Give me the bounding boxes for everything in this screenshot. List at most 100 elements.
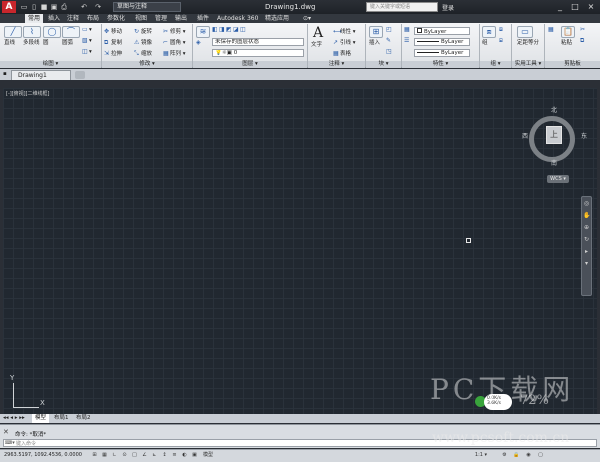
circle-tool[interactable]: ◯ 圆 [43, 26, 61, 46]
tab-featured-apps[interactable]: 精选应用 [262, 14, 292, 23]
tab-output[interactable]: 输出 [172, 14, 190, 23]
tab-plugins[interactable]: 插件 [194, 14, 212, 23]
tab-layout[interactable]: 布局 [84, 14, 102, 23]
login-link[interactable]: 登录 [442, 3, 454, 12]
compass-east[interactable]: 东 [581, 131, 587, 140]
tab-model[interactable]: 模型 [32, 414, 50, 423]
match-properties-icon[interactable]: ▦ [404, 27, 411, 33]
nav-extra-icon[interactable]: ▾ [583, 260, 590, 267]
text-tool[interactable]: A 文字 [311, 26, 325, 48]
new-icon[interactable]: ▭ [20, 3, 28, 11]
compass-north[interactable]: 北 [551, 105, 557, 114]
minimize-button[interactable]: _ [553, 2, 567, 12]
open-icon[interactable]: ▯ [30, 3, 38, 11]
fillet-tool[interactable]: ⌐ 圆角 ▾ [163, 38, 186, 47]
tab-autodesk360[interactable]: Autodesk 360 [214, 14, 261, 23]
showmotion-icon[interactable]: ▸ [583, 248, 590, 255]
tab-annotate[interactable]: 注释 [64, 14, 82, 23]
tab-menu-icon[interactable]: ▪ [3, 71, 7, 77]
redo-icon[interactable]: ↷ [94, 3, 102, 11]
panel-title-groups[interactable]: 组 ▾ [480, 61, 511, 68]
layer-tools-icon[interactable]: ◈ [196, 40, 203, 46]
ortho-icon[interactable]: ∟ [110, 451, 119, 459]
snap-icon[interactable]: ⊞ [90, 451, 99, 459]
panel-title-clipboard[interactable]: 剪贴板 [545, 61, 600, 68]
close-button[interactable]: × [584, 2, 598, 12]
tab-manage[interactable]: 管理 [152, 14, 170, 23]
rectangle-icon[interactable]: ▭▾ [82, 27, 92, 34]
maximize-button[interactable]: □ [568, 2, 582, 12]
tab-home[interactable]: 常用 [25, 14, 44, 23]
arc-tool[interactable]: ⌒ 圆弧 [62, 26, 80, 46]
compass-west[interactable]: 西 [522, 131, 528, 140]
tab-layout2[interactable]: 布局2 [73, 414, 94, 423]
cut-icon[interactable]: ✂ [580, 27, 587, 33]
grid-icon[interactable]: ▦ [100, 451, 109, 459]
color-dropdown[interactable]: ByLayer [414, 27, 470, 35]
layout-nav-arrows[interactable]: ◂◂ ◂ ▸ ▸▸ [3, 415, 25, 421]
wcs-dropdown[interactable]: WCS ▾ [547, 175, 569, 183]
region-icon[interactable]: ◫▾ [82, 49, 92, 56]
steering-wheel-icon[interactable]: ◎ [583, 200, 590, 207]
lineweight-dropdown[interactable]: ByLayer [414, 49, 470, 57]
undo-icon[interactable]: ↶ [80, 3, 88, 11]
create-block-icon[interactable]: ◰ [386, 27, 393, 33]
ungroup-icon[interactable]: ⧇ [499, 27, 506, 33]
panel-title-modify[interactable]: 修改 ▾ [102, 61, 192, 68]
linear-dim-tool[interactable]: ⟷线性 ▾ [333, 27, 356, 36]
panel-title-annotation[interactable]: 注释 ▾ [308, 61, 365, 68]
dyn-icon[interactable]: ↕ [160, 451, 169, 459]
new-tab-button[interactable] [75, 71, 85, 79]
paste-tool[interactable]: 📋 粘贴 [561, 26, 575, 46]
model-space-button[interactable]: 模型 [200, 451, 216, 459]
document-tab-drawing1[interactable]: Drawing1 [11, 70, 71, 80]
print-icon[interactable]: ⎙ [60, 3, 68, 11]
mirror-tool[interactable]: ⚠ 镜像 [134, 38, 152, 47]
lock-icon[interactable]: 🔒 [512, 451, 521, 459]
compass-south[interactable]: 南 [551, 158, 557, 167]
lineweight-icon[interactable]: ≡ [170, 451, 179, 459]
layer-properties-button[interactable]: ≋ [196, 26, 210, 38]
pan-icon[interactable]: ✋ [583, 212, 590, 219]
leader-tool[interactable]: ↗ 引线 ▾ [333, 38, 356, 47]
workspace-dropdown[interactable]: 草图与注释 [113, 2, 181, 12]
zoom-extents-icon[interactable]: ⊕ [583, 224, 590, 231]
polar-icon[interactable]: ⊙ [120, 451, 129, 459]
move-tool[interactable]: ✥ 移动 [104, 27, 122, 36]
tab-extra[interactable]: ⊙▾ [300, 14, 314, 23]
save-icon[interactable]: ■ [40, 3, 48, 11]
panel-title-properties[interactable]: 特性 ▾ [402, 61, 479, 68]
polyline-tool[interactable]: ⌇ 多段线 [23, 26, 41, 46]
saveas-icon[interactable]: ▣ [50, 3, 58, 11]
stretch-tool[interactable]: ⇲ 拉伸 [104, 49, 122, 58]
osnap-icon[interactable]: □ [130, 451, 139, 459]
panel-title-draw[interactable]: 绘图 ▾ [0, 61, 101, 68]
isolate-icon[interactable]: ◉ [524, 451, 533, 459]
scale-tool[interactable]: ⤡ 缩放 [134, 49, 152, 58]
trim-tool[interactable]: ✂ 修剪 ▾ [163, 27, 186, 36]
copy-clip-icon[interactable]: ⧉ [580, 38, 587, 44]
search-input[interactable]: 键入关键字或短语 [366, 2, 438, 12]
layer-icons-row[interactable]: ◧◨◩◪◫ [212, 27, 247, 33]
rotate-tool[interactable]: ↻ 旋转 [134, 27, 152, 36]
tab-parametric[interactable]: 参数化 [104, 14, 128, 23]
viewcube-face-top[interactable]: 上 [546, 126, 562, 144]
command-prompt-icon[interactable]: ⌨▾ [5, 440, 15, 446]
close-command-icon[interactable]: ✕ [3, 428, 11, 436]
edit-block-icon[interactable]: ✎ [386, 38, 393, 44]
tab-layout1[interactable]: 布局1 [51, 414, 72, 423]
list-icon[interactable]: ☰ [404, 38, 411, 44]
copy-tool[interactable]: ⧉ 复制 [104, 38, 122, 47]
otrack-icon[interactable]: ∠ [140, 451, 149, 459]
line-tool[interactable]: ╱ 直线 [4, 26, 22, 46]
block-attr-icon[interactable]: ◳ [386, 49, 393, 55]
linetype-dropdown[interactable]: ByLayer [414, 38, 470, 46]
quick-props-icon[interactable]: ▣ [190, 451, 199, 459]
orbit-icon[interactable]: ↻ [583, 236, 590, 243]
group-tool[interactable]: ⧈ 组 [482, 26, 496, 46]
ducs-icon[interactable]: ⊾ [150, 451, 159, 459]
tab-insert[interactable]: 插入 [45, 14, 63, 23]
panel-title-layer[interactable]: 图层 ▾ [193, 61, 307, 68]
measure-tool[interactable]: ▭ 定距等分 [517, 26, 539, 46]
layer-state-dropdown[interactable]: 未保存的图层状态 [212, 38, 304, 46]
